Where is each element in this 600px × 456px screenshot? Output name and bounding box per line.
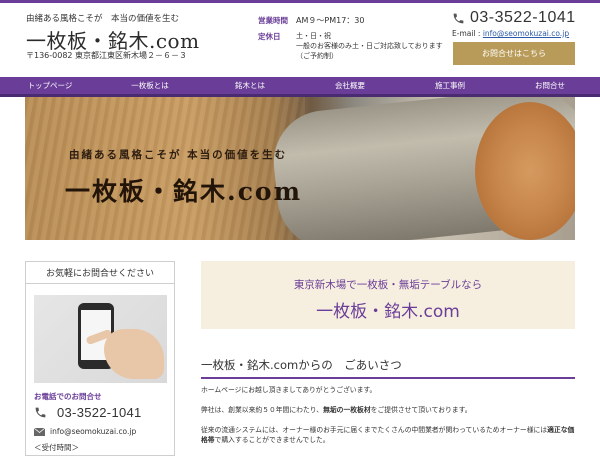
highlight-subtitle: 東京新木場で一枚板・無垢テーブルなら (293, 279, 483, 291)
holiday-line: （ご予約制） (296, 52, 338, 60)
nav-item-works[interactable]: 施工事例 (400, 77, 500, 94)
main-nav: トップページ 一枚板とは 銘木とは 会社概要 施工事例 お問合せ (0, 77, 600, 97)
header-address: 〒136-0082 東京都江東区新木場２－６－３ (26, 51, 188, 60)
heading-underline (201, 377, 575, 379)
email-link[interactable]: info@seomokuzai.co.jp (483, 29, 569, 38)
nav-item-meiboku[interactable]: 銘木とは (200, 77, 300, 94)
contact-sidebar: お気軽にお問合せください お電話でのお問合せ 03-3522-1041 info… (25, 261, 175, 456)
sidebar-email[interactable]: info@seomokuzai.co.jp (34, 427, 136, 436)
sidebar-phone-label: お電話でのお問合せ (34, 392, 102, 401)
highlight-title: 一枚板・銘木.com (316, 302, 460, 322)
hand-image (104, 329, 164, 379)
log-end-image (475, 102, 575, 240)
greeting-paragraph: 従来の流通システムには、オーナー様のお手元に届くまでたくさんの中間業者が関わって… (201, 425, 575, 445)
holiday-label: 定休日 (258, 32, 281, 41)
nav-item-ichimaiita[interactable]: 一枚板とは (100, 77, 200, 94)
sidebar-email-text: info@seomokuzai.co.jp (50, 427, 137, 436)
phone-icon (453, 13, 464, 23)
greeting-heading: 一枚板・銘木.comからの ごあいさつ (201, 358, 402, 372)
nav-item-top[interactable]: トップページ (0, 77, 100, 94)
emphasis-text: 無垢の一枚板材 (323, 406, 371, 414)
hours-value: AM９～PM17：30 (296, 16, 365, 25)
mail-icon (34, 427, 45, 436)
sidebar-phone[interactable]: 03-3522-1041 (34, 405, 142, 420)
hours-label: 営業時間 (258, 16, 288, 25)
sidebar-hours-label: ＜受付時間＞ (34, 443, 79, 452)
wood-grain-texture (25, 97, 305, 240)
text-span: で購入することができませんでした。 (214, 436, 330, 444)
nav-item-contact[interactable]: お問合せ (500, 77, 600, 94)
holiday-line: 土・日・祝 (296, 32, 331, 40)
sidebar-title: お気軽にお問合せください (26, 262, 174, 284)
header-email: E-mail : info@seomokuzai.co.jp (452, 29, 569, 38)
contact-button[interactable]: お問合せはこちら (453, 42, 575, 65)
header-tagline: 由緒ある風格こそが 本当の価値を生む (26, 14, 180, 24)
smartphone-photo (34, 295, 167, 383)
header-phone-number: 03-3522-1041 (470, 9, 576, 26)
hero-title: 一枚板・銘木.com (65, 177, 303, 206)
phone-icon (35, 407, 46, 418)
text-span: 弊社は、創業以来約５０年間にわたり、 (201, 406, 324, 414)
email-label: E-mail : (452, 29, 481, 38)
text-span: をご提供させて頂いております。 (370, 406, 472, 414)
header-phone[interactable]: 03-3522-1041 (452, 9, 576, 27)
greeting-paragraph: ホームページにお越し頂きましてありがとうございます。 (201, 386, 377, 394)
top-accent-line (0, 0, 600, 3)
greeting-paragraph: 弊社は、創業以来約５０年間にわたり、無垢の一枚板材をご提供させて頂いております。 (201, 405, 575, 415)
hero-banner: 由緒ある風格こそが 本当の価値を生む 一枚板・銘木.com (25, 97, 575, 240)
nav-item-company[interactable]: 会社概要 (300, 77, 400, 94)
sidebar-phone-number: 03-3522-1041 (57, 405, 142, 420)
holiday-info: 土・日・祝 一般のお客様のみ土・日ご対応致しております （ご予約制） (296, 31, 443, 61)
text-span: 従来の流通システムには、オーナー様のお手元に届くまでたくさんの中間業者が関わって… (201, 426, 548, 434)
highlight-banner: 東京新木場で一枚板・無垢テーブルなら 一枚板・銘木.com (201, 261, 575, 329)
holiday-line: 一般のお客様のみ土・日ご対応致しております (296, 42, 443, 50)
hero-tagline: 由緒ある風格こそが 本当の価値を生む (69, 149, 288, 161)
